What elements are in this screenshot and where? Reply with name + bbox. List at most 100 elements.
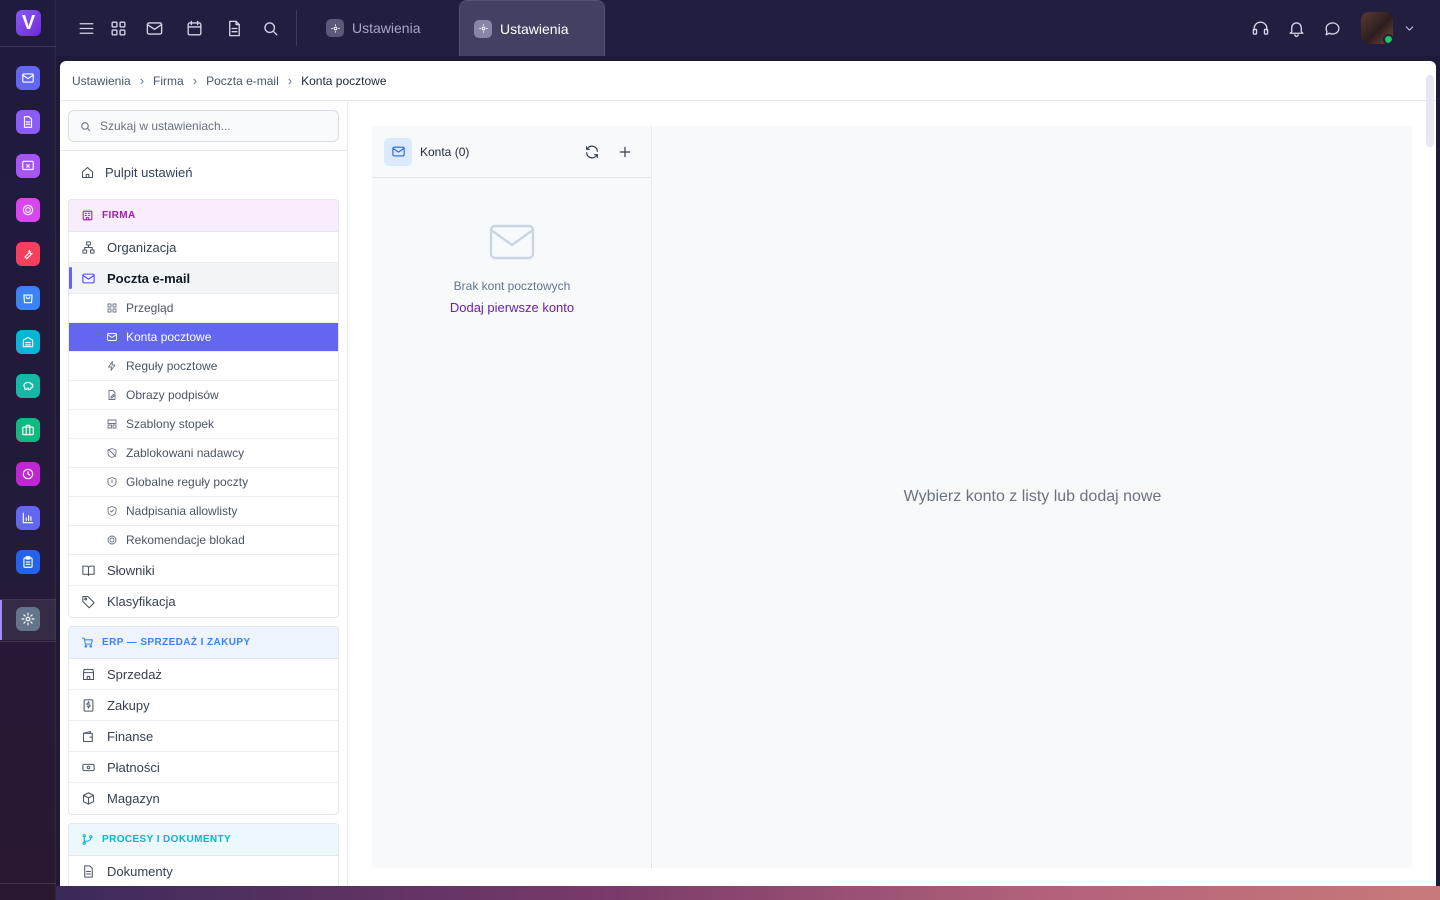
rail-settings-icon[interactable] [16,607,40,631]
layout-template-icon [107,419,117,429]
rail-tools-icon[interactable] [16,242,40,266]
rail-finance-icon[interactable] [16,374,40,398]
mail-icon [107,333,117,341]
group-firma: FIRMA Organizacja Poczta e-mail Przegląd… [68,199,339,618]
empty-state-text: Brak kont pocztowych [453,279,571,293]
menu-icon[interactable] [76,18,96,38]
cart-icon [82,637,93,648]
home-icon [81,166,94,179]
rail-divider [0,46,56,47]
add-first-account-link[interactable]: Dodaj pierwsze konto [372,300,652,315]
breadcrumb-item[interactable]: Firma [153,74,184,88]
git-branch-icon [82,834,93,845]
search-icon[interactable] [260,18,280,38]
sidebar-subitem-label: Reguły pocztowe [126,359,218,373]
group-header[interactable]: ERP — SPRZEDAŻ I ZAKUPY [69,627,338,659]
building-icon [82,210,93,221]
sidebar-subitem-label: Zablokowani nadawcy [126,446,245,460]
breadcrumb-item[interactable]: Ustawienia [72,74,131,88]
sidebar-item-sales[interactable]: Sprzedaż [69,659,338,690]
desktop-background [56,886,1440,900]
lightning-icon [108,361,116,371]
document-icon[interactable] [224,18,244,38]
refresh-icon [586,145,598,159]
search-input[interactable]: Szukaj w ustawieniach... [68,110,339,142]
sidebar-item-documents[interactable]: Dokumenty [69,856,338,887]
search-placeholder: Szukaj w ustawieniach... [100,119,231,133]
group-erp: ERP — SPRZEDAŻ I ZAKUPY Sprzedaż Zakupy … [68,626,339,815]
rail-documents-icon[interactable] [16,110,40,134]
avatar[interactable] [1361,12,1393,44]
sidebar-item-label: Pulpit ustawień [105,165,193,180]
sidebar-item-dashboard[interactable]: Pulpit ustawień [68,165,339,180]
rail-tasks-icon[interactable] [16,154,40,178]
sidebar-subitem-label: Szablony stopek [126,417,215,431]
settings-icon [474,19,492,38]
mail-icon [384,137,412,166]
app-logo[interactable]: V [16,10,41,36]
scrollbar[interactable] [1426,75,1434,147]
rail-cases-icon[interactable] [16,418,40,442]
sidebar-subitem-global-rules[interactable]: Globalne reguły poczty [69,468,338,497]
accounts-header: Konta (0) [372,126,651,178]
sidebar-subitem-overview[interactable]: Przegląd [69,294,338,323]
sidebar-subitem-signature-images[interactable]: Obrazy podpisów [69,381,338,410]
chat-icon[interactable] [1322,18,1342,38]
sidebar-item-classification[interactable]: Klasyfikacja [69,586,338,617]
sidebar-item-purchases[interactable]: Zakupy [69,690,338,721]
document-icon [84,865,93,878]
rail-clock-icon[interactable] [16,462,40,486]
group-header[interactable]: FIRMA [69,200,338,232]
wallet-icon [82,730,93,742]
sidebar-item-organization[interactable]: Organizacja [69,232,338,263]
bell-icon[interactable] [1286,18,1306,38]
toolbar-divider [296,10,297,46]
mail-icon[interactable] [144,18,164,38]
group-header[interactable]: PROCESY I DOKUMENTY [69,824,338,856]
tab-settings-1[interactable]: Ustawienia [312,0,456,56]
add-account-button[interactable] [616,143,634,161]
sidebar-item-payments[interactable]: Płatności [69,752,338,783]
mail-icon [82,273,95,283]
group-title: FIRMA [102,210,136,221]
rail-mail-icon[interactable] [16,66,40,90]
headset-icon[interactable] [1250,18,1270,38]
chevron-down-icon[interactable] [1399,18,1419,38]
sidebar-subitem-allowlist-overrides[interactable]: Nadpisania allowlisty [69,497,338,526]
tab-settings-2[interactable]: Ustawienia [459,0,605,56]
breadcrumb-item[interactable]: Poczta e-mail [206,74,279,88]
shield-icon [107,477,117,487]
grid-icon [107,303,117,313]
sidebar-item-email[interactable]: Poczta e-mail [69,263,338,294]
apps-grid-icon[interactable] [108,18,128,38]
sidebar-subitem-footer-templates[interactable]: Szablony stopek [69,410,338,439]
group-title: PROCESY I DOKUMENTY [102,834,232,845]
sidebar-item-dictionaries[interactable]: Słowniki [69,555,338,586]
rail-reports-icon[interactable] [16,506,40,530]
breadcrumb-current: Konta pocztowe [301,73,387,88]
sidebar-subitem-mail-rules[interactable]: Reguły pocztowe [69,352,338,381]
rail-shop-icon[interactable] [16,286,40,310]
rail-warehouse-icon[interactable] [16,330,40,354]
receipt-dollar-icon [83,698,94,712]
sidebar-item-label: Finanse [107,728,154,744]
sidebar-subitem-blocked-senders[interactable]: Zablokowani nadawcy [69,439,338,468]
sidebar-subitem-label: Konta pocztowe [126,330,212,344]
package-icon [82,792,95,805]
group-processes: PROCESY I DOKUMENTY Dokumenty [68,823,339,888]
sidebar-subitem-block-recommendations[interactable]: Rekomendacje blokad [69,526,338,555]
refresh-button[interactable] [583,143,601,161]
chevron-right-icon: › [287,73,293,88]
search-icon [81,121,91,131]
sidebar-item-label: Organizacja [107,239,177,255]
sidebar-item-warehouse[interactable]: Magazyn [69,783,338,814]
sidebar-item-label: Poczta e-mail [107,270,191,286]
sidebar-subitem-mail-accounts[interactable]: Konta pocztowe [69,323,338,352]
rail-clipboard-icon[interactable] [16,550,40,574]
sidebar-item-finance[interactable]: Finanse [69,721,338,752]
calendar-icon[interactable] [184,18,204,38]
rail-target-icon[interactable] [16,198,40,222]
sidebar-item-label: Dokumenty [107,864,173,879]
sidebar-item-label: Zakupy [107,697,150,713]
target-icon [107,535,117,545]
